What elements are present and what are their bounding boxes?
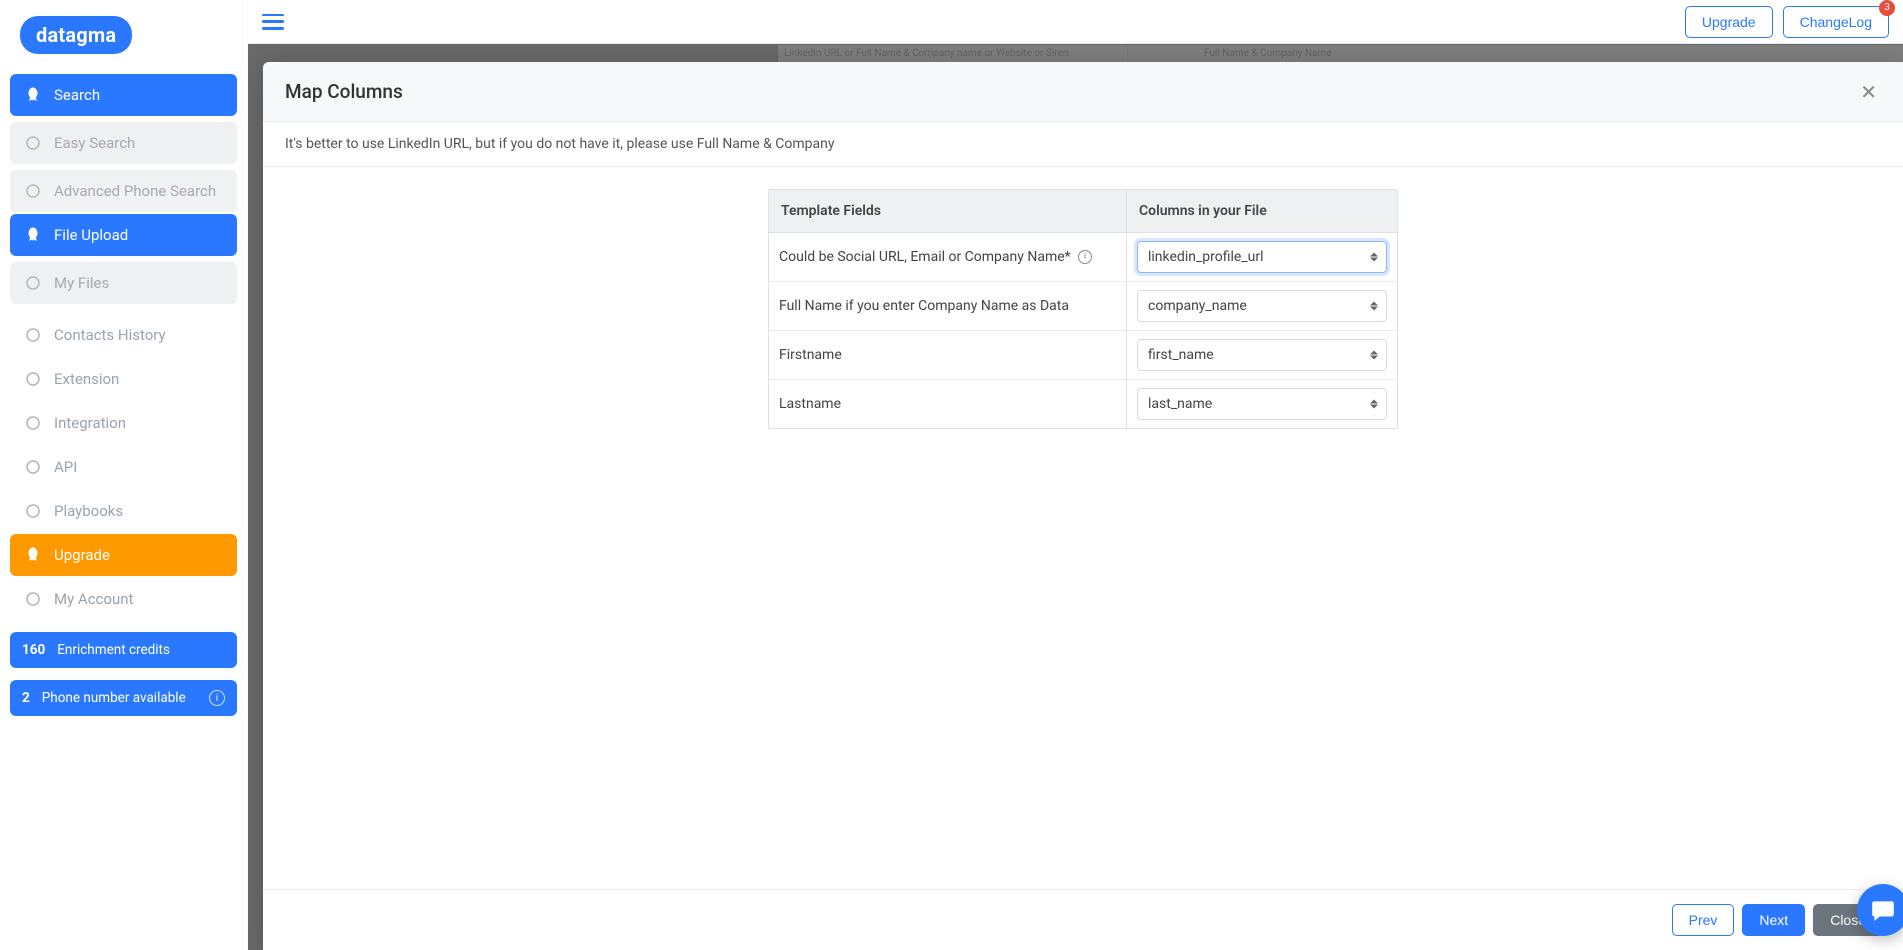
nav-label: Upgrade — [54, 546, 110, 564]
nav-label: File Upload — [54, 226, 128, 244]
mapping-table: Template Fields Columns in your File Cou… — [768, 189, 1398, 429]
column-select[interactable]: last_name — [1137, 388, 1387, 420]
file-column-cell: company_name — [1127, 282, 1397, 331]
sidebar-item-extension[interactable]: Extension — [10, 358, 237, 400]
nav-icon — [24, 86, 42, 104]
phone-count: 2 — [22, 690, 30, 706]
nav-label: My Account — [54, 590, 133, 608]
file-column-cell: last_name — [1127, 380, 1397, 428]
main-area: Upgrade ChangeLog 3 LinkedIn URL or Full… — [248, 0, 1903, 950]
nav-icon — [24, 274, 42, 292]
nav-label: Integration — [54, 414, 126, 432]
enrichment-credits-box[interactable]: 160 Enrichment credits — [10, 632, 237, 668]
nav-icon — [24, 370, 42, 388]
nav-label: Easy Search — [54, 134, 135, 152]
sidebar-item-my-account[interactable]: My Account — [10, 578, 237, 620]
nav-icon — [24, 414, 42, 432]
brand-logo[interactable]: datagma — [20, 16, 132, 54]
sidebar-item-playbooks[interactable]: Playbooks — [10, 490, 237, 532]
nav-icon — [24, 182, 42, 200]
upgrade-button[interactable]: Upgrade — [1685, 6, 1773, 38]
nav-label: Playbooks — [54, 502, 123, 520]
th-file-columns: Columns in your File — [1127, 190, 1397, 233]
nav-icon — [24, 326, 42, 344]
modal-header: Map Columns ✕ — [263, 62, 1903, 122]
sidebar-item-api[interactable]: API — [10, 446, 237, 488]
sidebar-item-upgrade[interactable]: Upgrade — [10, 534, 237, 576]
phone-label: Phone number available — [42, 690, 186, 706]
sidebar-item-search[interactable]: Search — [10, 74, 237, 116]
map-columns-modal: Map Columns ✕ It's better to use LinkedI… — [263, 62, 1903, 950]
phone-available-box[interactable]: 2 Phone number available i — [10, 680, 237, 716]
sidebar-item-easy-search[interactable]: Easy Search — [10, 122, 237, 164]
sidebar: datagma Search Easy Search Advanced Phone … — [0, 0, 248, 950]
nav-icon — [24, 226, 42, 244]
sidebar-nav: Search Easy Search Advanced Phone Search Fi… — [10, 74, 237, 620]
template-field-label: Lastname — [769, 380, 1127, 428]
content-area: LinkedIn URL or Full Name & Company name… — [248, 44, 1903, 950]
modal-title: Map Columns — [285, 80, 403, 103]
info-icon[interactable]: i — [1078, 250, 1092, 264]
credits-label: Enrichment credits — [57, 642, 170, 658]
changelog-badge: 3 — [1879, 0, 1895, 16]
file-column-cell: linkedin_profile_url — [1127, 233, 1397, 282]
mapping-row: Could be Social URL, Email or Company Na… — [769, 233, 1397, 282]
nav-label: Search — [54, 86, 100, 104]
nav-label: Contacts History — [54, 326, 166, 344]
sidebar-item-contacts-history[interactable]: Contacts History — [10, 314, 237, 356]
th-template-fields: Template Fields — [769, 190, 1127, 233]
chat-launcher-icon[interactable] — [1857, 884, 1903, 936]
template-field-label: Firstname — [769, 331, 1127, 380]
menu-toggle-icon[interactable] — [262, 14, 284, 30]
column-select[interactable]: first_name — [1137, 339, 1387, 371]
modal-footer: Prev Next Close — [263, 889, 1903, 950]
nav-label: API — [54, 458, 77, 476]
changelog-label: ChangeLog — [1800, 14, 1872, 30]
nav-icon — [24, 546, 42, 564]
nav-label: My Files — [54, 274, 109, 292]
sidebar-item-integration[interactable]: Integration — [10, 402, 237, 444]
mapping-row: Firstname first_name — [769, 331, 1397, 380]
sidebar-item-file-upload[interactable]: File Upload — [10, 214, 237, 256]
next-button[interactable]: Next — [1742, 904, 1805, 936]
prev-button[interactable]: Prev — [1672, 904, 1735, 936]
sidebar-item-my-files[interactable]: My Files — [10, 262, 237, 304]
column-select[interactable]: company_name — [1137, 290, 1387, 322]
modal-hint: It's better to use LinkedIn URL, but if … — [263, 122, 1903, 167]
template-field-label: Could be Social URL, Email or Company Na… — [769, 233, 1127, 282]
nav-label: Advanced Phone Search — [54, 182, 216, 200]
info-icon[interactable]: i — [209, 690, 225, 706]
nav-icon — [24, 502, 42, 520]
modal-body: Template Fields Columns in your File Cou… — [263, 167, 1903, 889]
nav-icon — [24, 590, 42, 608]
close-icon[interactable]: ✕ — [1856, 82, 1881, 102]
column-select[interactable]: linkedin_profile_url — [1137, 241, 1387, 273]
file-column-cell: first_name — [1127, 331, 1397, 380]
nav-icon — [24, 458, 42, 476]
template-field-label: Full Name if you enter Company Name as D… — [769, 282, 1127, 331]
sidebar-item-adv-phone[interactable]: Advanced Phone Search — [10, 170, 237, 212]
mapping-row: Lastname last_name — [769, 380, 1397, 428]
credits-count: 160 — [22, 642, 45, 658]
topbar: Upgrade ChangeLog 3 — [248, 0, 1903, 44]
mapping-row: Full Name if you enter Company Name as D… — [769, 282, 1397, 331]
nav-label: Extension — [54, 370, 119, 388]
nav-icon — [24, 134, 42, 152]
changelog-button[interactable]: ChangeLog 3 — [1783, 6, 1889, 38]
